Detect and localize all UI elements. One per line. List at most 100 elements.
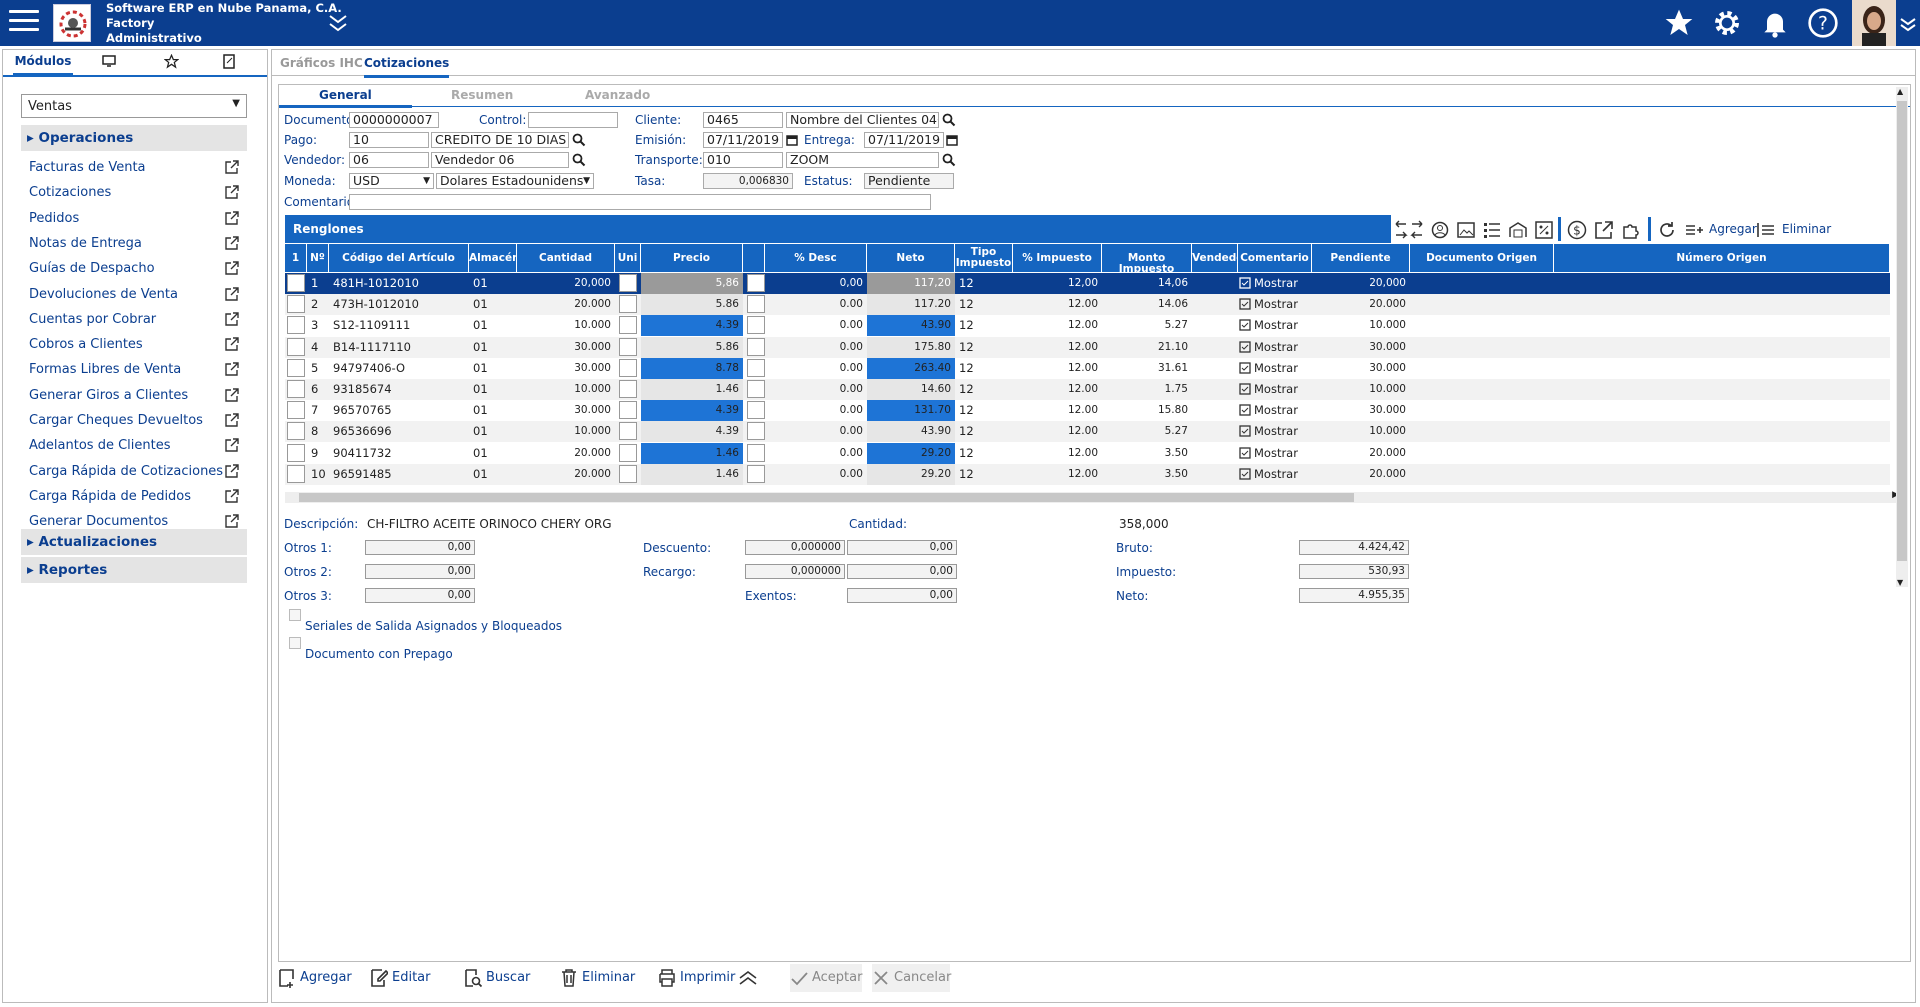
caret-up-icon[interactable]: ▲: [1897, 87, 1903, 96]
buscar-button[interactable]: Buscar: [464, 964, 530, 992]
table-row[interactable]: 9 90411732 01 20.000 1.46 0.00 29.20 12 12.00 3.5…: [285, 442, 1890, 464]
row-checkbox[interactable]: [287, 274, 305, 292]
search-icon[interactable]: [942, 153, 956, 167]
eliminar-button[interactable]: Eliminar: [560, 964, 635, 992]
column-header[interactable]: [743, 244, 765, 272]
column-header[interactable]: Nº: [307, 244, 329, 272]
external-link-icon[interactable]: [225, 312, 239, 326]
horizontal-scrollbar[interactable]: ▶: [285, 490, 1901, 503]
sidebar-item[interactable]: Formas Libres de Venta: [29, 362, 239, 377]
agregar-renglon-button[interactable]: Agregar: [1709, 222, 1757, 236]
unit-box[interactable]: [619, 295, 637, 314]
control-field[interactable]: [528, 112, 618, 128]
row-checkbox[interactable]: [287, 380, 305, 398]
mostrar-link[interactable]: Mostrar: [1239, 294, 1319, 315]
mostrar-link[interactable]: Mostrar: [1239, 273, 1319, 294]
row-checkbox[interactable]: [287, 443, 305, 462]
mostrar-link[interactable]: Mostrar: [1239, 379, 1319, 400]
mostrar-link[interactable]: Mostrar: [1239, 337, 1319, 358]
puzzle-icon[interactable]: [1621, 220, 1641, 240]
aceptar-button[interactable]: Aceptar: [790, 964, 862, 992]
gear-icon[interactable]: [1711, 7, 1743, 39]
tab-cotizaciones[interactable]: Cotizaciones: [364, 56, 450, 78]
editar-button[interactable]: Editar: [370, 964, 434, 992]
user-icon[interactable]: [1431, 221, 1449, 239]
cancelar-button[interactable]: Cancelar: [872, 964, 951, 992]
external-link-icon[interactable]: [225, 413, 239, 427]
imprimir-button[interactable]: Imprimir: [658, 964, 735, 992]
column-header[interactable]: Precio: [641, 244, 743, 272]
entrega-field[interactable]: 07/11/2019: [864, 132, 944, 148]
comentario-field[interactable]: [349, 194, 931, 210]
column-header[interactable]: 1: [285, 244, 307, 272]
external-link-icon[interactable]: [225, 286, 239, 301]
image-icon[interactable]: [1457, 221, 1475, 239]
calendar-icon[interactable]: [786, 134, 798, 146]
moneda-desc-select[interactable]: Dolares Estadounidens ▼: [436, 173, 594, 189]
table-row[interactable]: 7 96570765 01 30.000 4.39 0.00 131.70 12 12.00 15…: [285, 400, 1890, 422]
column-header[interactable]: Pendiente: [1312, 244, 1410, 272]
sidebar-item[interactable]: Guías de Despacho: [29, 261, 239, 276]
mostrar-link[interactable]: Mostrar: [1239, 315, 1319, 336]
vertical-scrollbar[interactable]: ▲ ▼: [1896, 87, 1908, 587]
tab-graficos[interactable]: Gráficos IHC: [280, 56, 363, 70]
external-link-icon[interactable]: [225, 210, 239, 225]
table-row[interactable]: 5 94797406-O 01 30.000 8.78 0.00 263.40 12 12.00…: [285, 357, 1890, 379]
sidebar-item[interactable]: Facturas de Venta: [29, 160, 239, 175]
sidebar-item[interactable]: Adelantos de Clientes: [29, 438, 239, 453]
column-header[interactable]: Uni: [615, 244, 641, 272]
external-link-icon[interactable]: [225, 185, 239, 199]
column-header[interactable]: Tipo Impuesto: [955, 244, 1013, 272]
column-header[interactable]: Almacén: [469, 244, 517, 272]
list-icon[interactable]: [1483, 221, 1501, 239]
descuento-field[interactable]: 0,00: [847, 540, 957, 555]
refresh-icon[interactable]: [1657, 220, 1677, 240]
expand-icon[interactable]: [1394, 217, 1424, 241]
mostrar-link[interactable]: Mostrar: [1239, 464, 1319, 485]
row-checkbox[interactable]: [287, 358, 305, 377]
table-row[interactable]: 8 96536696 01 10.000 4.39 0.00 43.90 12 12.00 5.2…: [285, 421, 1890, 443]
tab-avanzado[interactable]: Avanzado: [585, 88, 650, 102]
avatar[interactable]: [1852, 0, 1896, 46]
tab-modulos[interactable]: Módulos: [13, 54, 73, 76]
bell-icon[interactable]: [1759, 7, 1791, 39]
unit-box[interactable]: [619, 464, 637, 483]
delete-row-icon[interactable]: [1756, 220, 1776, 240]
search-icon[interactable]: [942, 113, 956, 127]
column-header[interactable]: Documento Origen: [1410, 244, 1554, 272]
sidebar-item[interactable]: Devoluciones de Venta: [29, 287, 239, 302]
otros3-field[interactable]: 0,00: [365, 588, 475, 603]
scroll-thumb[interactable]: [299, 493, 1354, 502]
search-icon[interactable]: [572, 133, 586, 147]
unit-box[interactable]: [619, 380, 637, 398]
table-row[interactable]: 2 473H-1012010 01 20.000 5.86 0.00 117.20 12 12.…: [285, 294, 1890, 316]
chevron-up-icon[interactable]: [738, 964, 760, 992]
sidebar-item[interactable]: Pedidos: [29, 211, 239, 226]
module-select[interactable]: Ventas ▼: [21, 94, 247, 118]
sidebar-item[interactable]: Cargar Cheques Devueltos: [29, 413, 239, 428]
prepago-checkbox[interactable]: [289, 637, 301, 649]
column-header[interactable]: Vendedor: [1192, 244, 1238, 272]
unit-box[interactable]: [619, 316, 637, 335]
price-box[interactable]: [747, 401, 765, 420]
column-header[interactable]: Número Origen: [1554, 244, 1890, 272]
unit-box[interactable]: [619, 443, 637, 462]
sidebar-item[interactable]: Carga Rápida de Cotizaciones: [29, 464, 239, 479]
sidebar-item[interactable]: Carga Rápida de Pedidos: [29, 489, 239, 504]
mostrar-link[interactable]: Mostrar: [1239, 443, 1319, 464]
price-box[interactable]: [747, 422, 765, 441]
mostrar-link[interactable]: Mostrar: [1239, 400, 1319, 421]
seriales-checkbox[interactable]: [289, 609, 301, 621]
chevron-down-icon[interactable]: [327, 10, 349, 36]
table-row[interactable]: 3 S12-1109111 01 10.000 4.39 0.00 43.90 12 12.00…: [285, 315, 1890, 337]
descuento-pct-field[interactable]: 0,000000: [745, 540, 845, 555]
monitor-icon[interactable]: [99, 54, 119, 76]
sidebar-item[interactable]: Notas de Entrega: [29, 236, 239, 251]
price-box[interactable]: [747, 316, 765, 335]
warehouse-icon[interactable]: [1509, 221, 1527, 239]
table-row[interactable]: 1 481H-1012010 01 20,000 5,86 0,00 117,20 12 12,…: [285, 273, 1890, 294]
group-actualizaciones[interactable]: ▸ Actualizaciones: [21, 529, 247, 555]
external-link-icon[interactable]: [225, 337, 239, 351]
caret-down-icon[interactable]: ▼: [1897, 578, 1903, 587]
star-icon[interactable]: [1663, 7, 1695, 39]
